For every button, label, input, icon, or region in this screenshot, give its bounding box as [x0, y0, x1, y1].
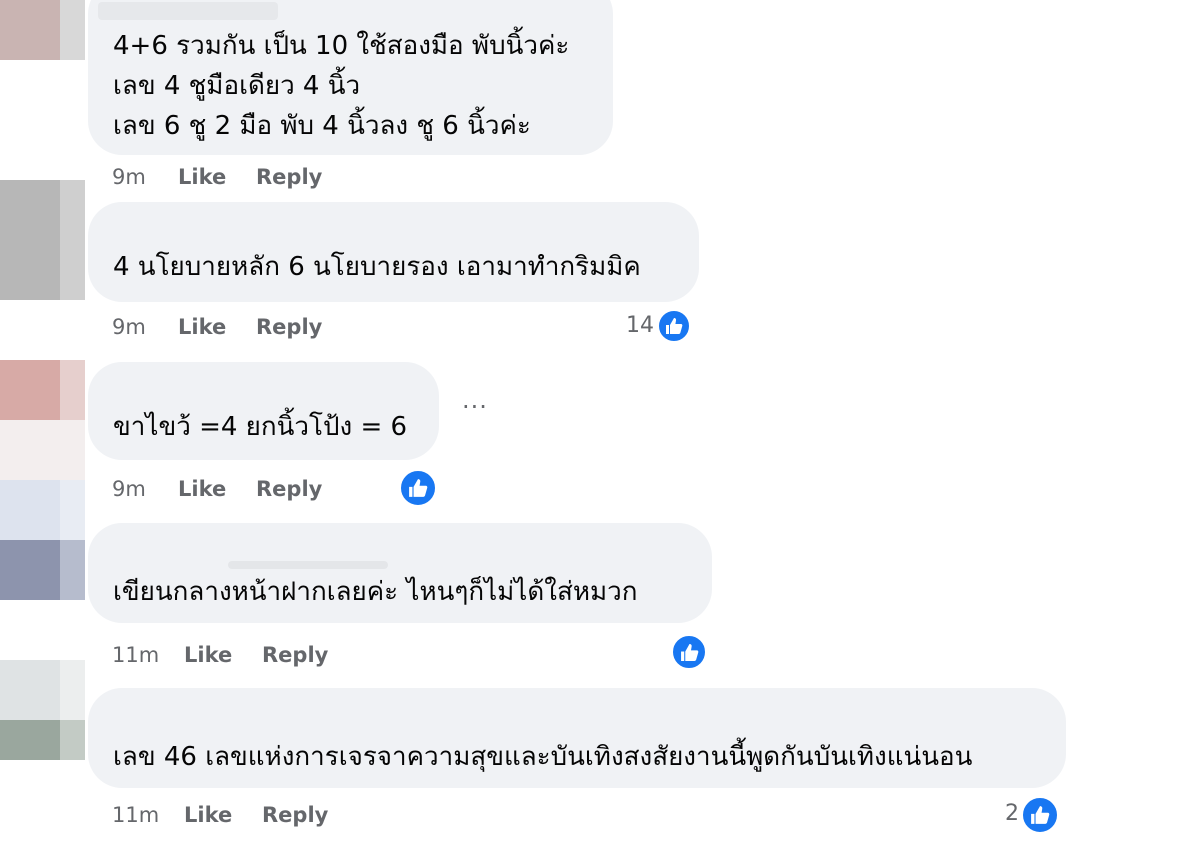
- reply-button[interactable]: Reply: [256, 312, 322, 342]
- comment-bubble-1: 4+6 รวมกัน เป็น 10 ใช้สองมือ พับนิ้วค่ะ …: [88, 0, 613, 155]
- commenter-name-blurred[interactable]: [228, 561, 388, 569]
- avatar-blurred-1[interactable]: [0, 0, 85, 60]
- comment-text: ขาไขว้ =4 ยกนิ้วโป้ง = 6: [113, 412, 408, 442]
- commenter-name-blurred[interactable]: [98, 2, 278, 20]
- like-button[interactable]: Like: [178, 312, 226, 342]
- comment-text: เลข 4 ชูมือเดียว 4 นิ้ว: [113, 71, 361, 101]
- thumbs-up-icon[interactable]: [657, 309, 691, 343]
- avatar-blurred-5[interactable]: [0, 480, 85, 540]
- avatar-blurred-4[interactable]: [0, 420, 85, 480]
- commenter-name-blurred[interactable]: [113, 220, 333, 238]
- comment-bubble-5: เลข 46 เลขแห่งการเจรจาความสุขและบันเทิงส…: [88, 688, 1066, 788]
- like-button[interactable]: Like: [178, 474, 226, 504]
- comment-bubble-3: ขาไขว้ =4 ยกนิ้วโป้ง = 6: [88, 362, 439, 460]
- comment-timestamp[interactable]: 9m: [112, 312, 146, 342]
- reply-button[interactable]: Reply: [256, 162, 322, 192]
- like-button[interactable]: Like: [178, 162, 226, 192]
- thumbs-up-icon[interactable]: [671, 634, 707, 670]
- thumbs-up-icon[interactable]: [399, 469, 437, 507]
- comment-text: 4 นโยบายหลัก 6 นโยบายรอง เอามาทำกริมมิค: [113, 252, 641, 282]
- like-button[interactable]: Like: [184, 640, 232, 670]
- avatar-blurred-3[interactable]: [0, 360, 85, 420]
- avatar-blurred-6[interactable]: [0, 540, 85, 600]
- reply-button[interactable]: Reply: [262, 800, 328, 830]
- comment-timestamp[interactable]: 9m: [112, 162, 146, 192]
- comment-text: เลข 46 เลขแห่งการเจรจาความสุขและบันเทิงส…: [113, 742, 973, 772]
- avatar-blurred-2[interactable]: [0, 180, 85, 300]
- comment-timestamp[interactable]: 9m: [112, 474, 146, 504]
- reaction-count[interactable]: 2: [1005, 799, 1019, 829]
- comment-timestamp[interactable]: 11m: [112, 800, 159, 830]
- comment-bubble-2: 4 นโยบายหลัก 6 นโยบายรอง เอามาทำกริมมิค: [88, 202, 699, 302]
- avatar-blurred-7[interactable]: [0, 660, 85, 720]
- avatar-blurred-8[interactable]: [0, 720, 85, 760]
- comment-text: เลข 6 ชู 2 มือ พับ 4 นิ้วลง ชู 6 นิ้วค่ะ: [113, 111, 531, 141]
- more-options-button[interactable]: ···: [462, 395, 488, 419]
- reply-button[interactable]: Reply: [262, 640, 328, 670]
- like-button[interactable]: Like: [184, 800, 232, 830]
- comment-bubble-4: เขียนกลางหน้าฝากเลยค่ะ ไหนๆก็ไม่ได้ใส่หม…: [88, 523, 712, 623]
- reply-button[interactable]: Reply: [256, 474, 322, 504]
- comment-text: 4+6 รวมกัน เป็น 10 ใช้สองมือ พับนิ้วค่ะ: [113, 31, 570, 61]
- comment-timestamp[interactable]: 11m: [112, 640, 159, 670]
- comment-text: เขียนกลางหน้าฝากเลยค่ะ ไหนๆก็ไม่ได้ใส่หม…: [113, 577, 638, 607]
- reaction-count[interactable]: 14: [626, 311, 654, 341]
- thumbs-up-icon[interactable]: [1021, 796, 1059, 834]
